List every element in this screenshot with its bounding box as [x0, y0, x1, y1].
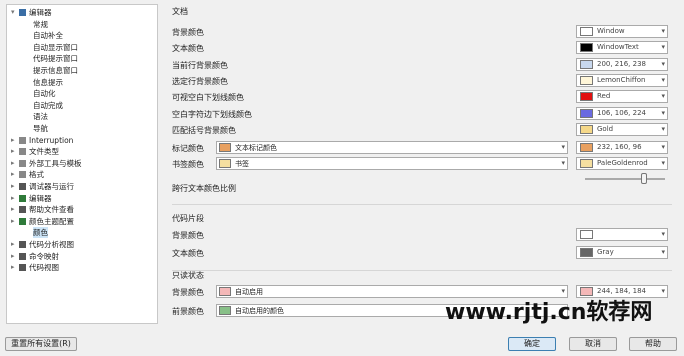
- chevron-down-icon: ▾: [661, 230, 665, 238]
- field-label: 文本颜色: [172, 44, 204, 54]
- style-select[interactable]: 书签 ▾: [216, 157, 568, 170]
- chevron-down-icon: ▾: [661, 143, 665, 151]
- color-swatch: [580, 43, 593, 53]
- color-swatch: [580, 124, 593, 134]
- field-label: 空白字符边下划线颜色: [172, 109, 252, 119]
- color-select[interactable]: 106, 106, 224 ▾: [576, 106, 668, 120]
- ratio-slider-track[interactable]: [585, 178, 665, 180]
- chevron-down-icon: ▾: [661, 59, 665, 68]
- color-value: 200, 216, 238: [597, 59, 646, 68]
- color-value: 232, 160, 96: [597, 143, 642, 151]
- chevron-down-icon: ▾: [661, 248, 665, 256]
- color-select[interactable]: ▾: [576, 228, 668, 241]
- ratio-slider-thumb[interactable]: [641, 173, 647, 184]
- watermark-text: www.rjtj.cn软荐网: [445, 300, 653, 325]
- color-value: Red: [597, 92, 611, 101]
- color-value: Gray: [597, 248, 614, 256]
- field-label: 背景颜色: [172, 288, 204, 297]
- help-button[interactable]: 帮助: [629, 337, 677, 351]
- color-swatch: [580, 92, 593, 102]
- color-value: LemonChiffon: [597, 75, 646, 84]
- color-swatch: [580, 27, 593, 36]
- color-select[interactable]: Gray ▾: [576, 246, 668, 259]
- color-select[interactable]: Red ▾: [576, 90, 668, 104]
- color-select[interactable]: WindowText ▾: [576, 41, 668, 55]
- color-swatch: [580, 59, 593, 69]
- cancel-button[interactable]: 取消: [569, 337, 617, 351]
- chevron-down-icon: ▾: [661, 75, 665, 84]
- reset-all-button[interactable]: 重置所有设置(R): [5, 337, 77, 351]
- field-label: 文本颜色: [172, 249, 204, 258]
- chevron-down-icon: ▾: [661, 27, 665, 35]
- section-title-readonly: 只读状态: [172, 271, 204, 280]
- field-label: 书签颜色: [172, 160, 204, 169]
- chevron-down-icon: ▾: [661, 159, 665, 167]
- color-select[interactable]: PaleGoldenrod ▾: [576, 157, 668, 170]
- chevron-down-icon: ▾: [661, 92, 665, 101]
- chevron-down-icon: ▾: [661, 108, 665, 117]
- style-value: 文本标记颜色: [235, 144, 277, 152]
- field-label: 前景颜色: [172, 307, 204, 316]
- color-value: Window: [597, 27, 625, 35]
- color-swatch: [580, 108, 593, 118]
- section-title-snippets: 代码片段: [172, 214, 204, 223]
- chevron-down-icon: ▾: [661, 124, 665, 133]
- color-select[interactable]: 200, 216, 238 ▾: [576, 57, 668, 71]
- color-swatch: [219, 287, 231, 296]
- slider-label: 跨行文本颜色比例: [172, 184, 236, 193]
- style-value: 书签: [235, 160, 249, 168]
- ok-button[interactable]: 确定: [508, 337, 556, 351]
- color-swatch: [580, 248, 593, 257]
- chevron-down-icon: ▾: [561, 143, 565, 151]
- field-label: 背景颜色: [172, 231, 204, 240]
- color-value: PaleGoldenrod: [597, 159, 648, 167]
- field-label: 可视空白下划线颜色: [172, 93, 244, 103]
- style-select[interactable]: 文本标记颜色 ▾: [216, 141, 568, 154]
- color-select[interactable]: Gold ▾: [576, 122, 668, 136]
- color-swatch: [219, 143, 231, 152]
- color-value: WindowText: [597, 43, 639, 52]
- chevron-down-icon: ▾: [561, 159, 565, 167]
- color-swatch: [580, 75, 593, 85]
- field-label: 匹配括号背景颜色: [172, 125, 236, 135]
- chevron-down-icon: ▾: [661, 287, 665, 295]
- field-label: 标记颜色: [172, 144, 204, 153]
- field-label: 当前行背景颜色: [172, 60, 228, 70]
- style-value: 自动启用的颜色: [235, 307, 284, 315]
- field-label: 背景颜色: [172, 28, 204, 37]
- color-swatch: [219, 159, 231, 168]
- color-swatch: [580, 143, 593, 152]
- color-value: 106, 106, 224: [597, 108, 646, 117]
- color-swatch: [219, 306, 231, 315]
- chevron-down-icon: ▾: [661, 43, 665, 52]
- color-value: Gold: [597, 124, 614, 133]
- color-select[interactable]: 232, 160, 96 ▾: [576, 141, 668, 154]
- color-swatch: [580, 230, 593, 239]
- color-swatch: [580, 159, 593, 168]
- field-label: 选定行背景颜色: [172, 76, 228, 86]
- color-select[interactable]: LemonChiffon ▾: [576, 73, 668, 87]
- color-select[interactable]: Window ▾: [576, 25, 668, 38]
- style-value: 自动启用: [235, 288, 263, 296]
